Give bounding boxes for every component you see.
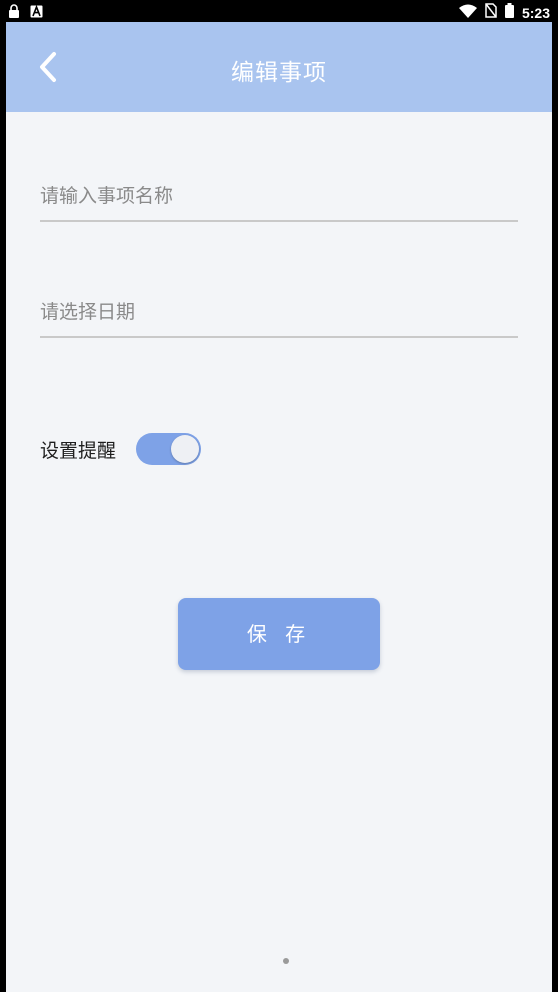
- edit-item-screen: 编辑事项 设置提醒 保 存: [6, 22, 552, 992]
- wifi-icon: [458, 4, 477, 22]
- reminder-row: 设置提醒: [40, 427, 202, 471]
- status-right-icons: 5:23: [458, 3, 550, 22]
- app-bar: 编辑事项: [6, 22, 552, 112]
- keyboard-a-icon: [30, 4, 43, 22]
- item-name-field[interactable]: [40, 176, 518, 222]
- toggle-knob: [171, 435, 200, 463]
- item-name-input[interactable]: [40, 176, 518, 216]
- no-sim-icon: [485, 3, 497, 22]
- date-input[interactable]: [40, 292, 518, 332]
- status-left-icons: [8, 4, 43, 22]
- battery-icon: [504, 3, 514, 22]
- reminder-toggle[interactable]: [136, 433, 202, 465]
- reminder-label: 设置提醒: [40, 439, 117, 462]
- page-indicator-dot: [283, 958, 289, 964]
- page-title: 编辑事项: [231, 60, 327, 86]
- lock-icon: [8, 4, 20, 22]
- status-time: 5:23: [521, 4, 550, 21]
- date-field[interactable]: [40, 292, 518, 338]
- save-button[interactable]: 保 存: [178, 598, 380, 670]
- status-bar: 5:23: [0, 0, 558, 22]
